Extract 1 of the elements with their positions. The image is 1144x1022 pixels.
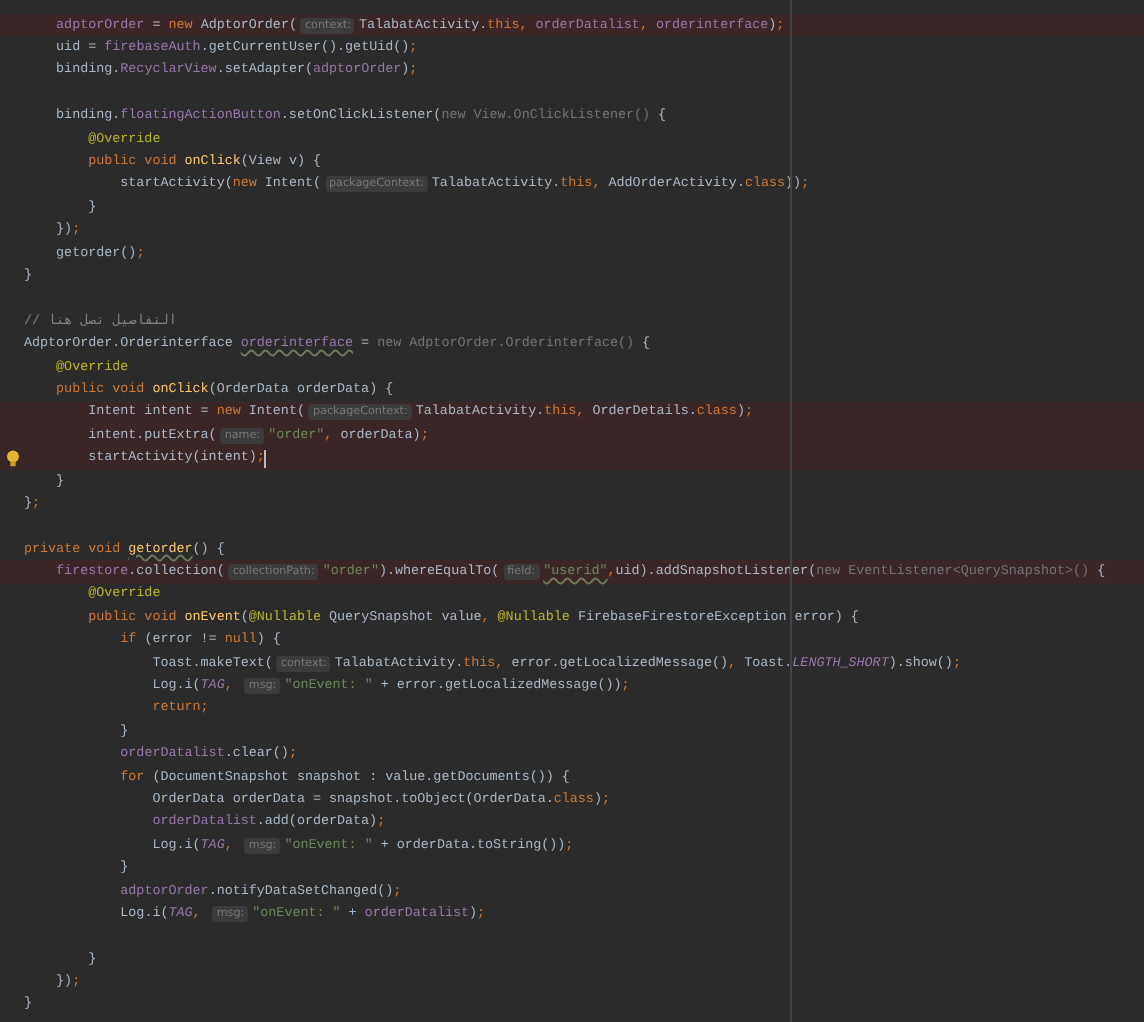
lightbulb-icon[interactable] xyxy=(5,449,19,468)
